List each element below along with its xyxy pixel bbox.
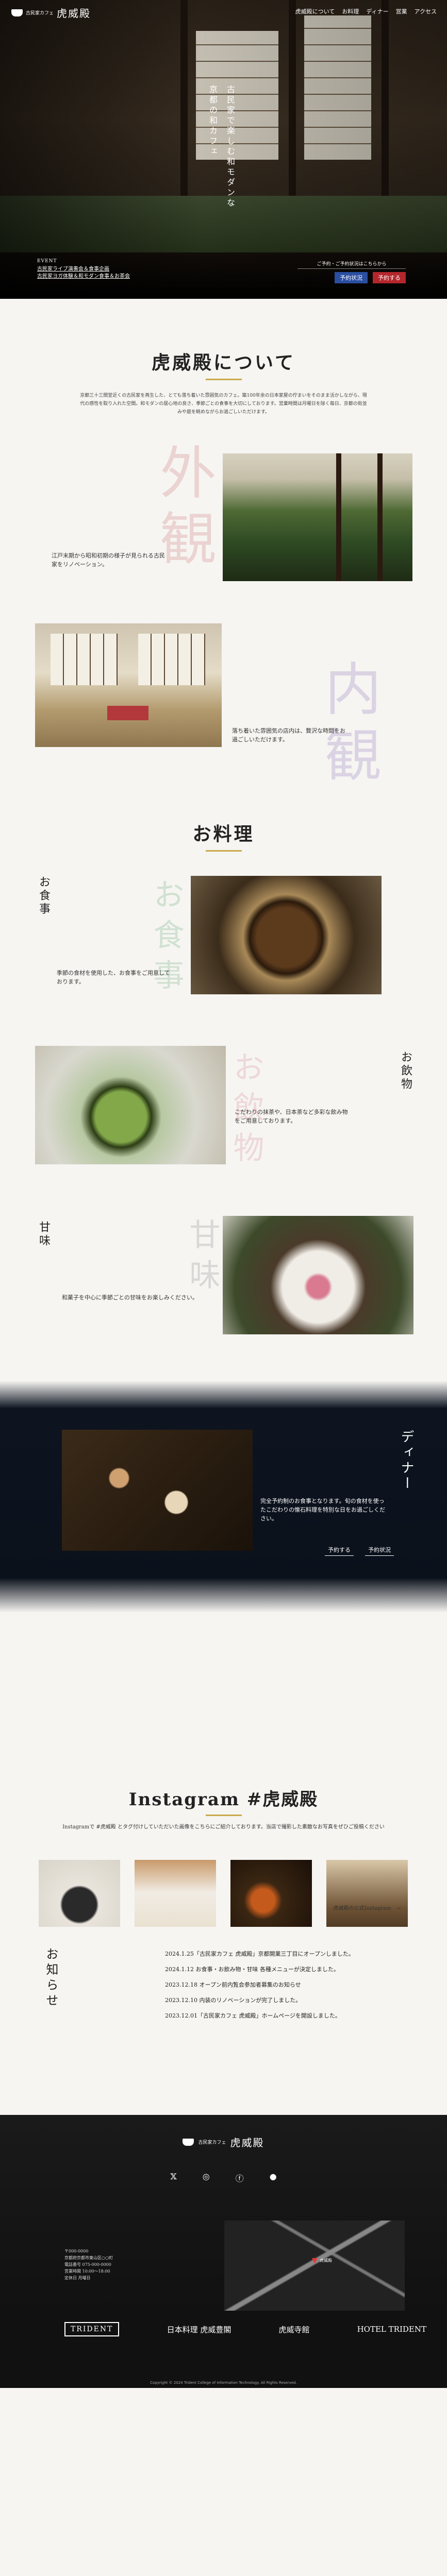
reserve-button[interactable]: 予約する [373, 272, 406, 283]
hero-reservation: ご予約・ご予約状況はこちらから 予約状況 予約する [297, 260, 406, 283]
nav-item-dinner[interactable]: ディナー [366, 7, 388, 15]
dinner-heading: ディナー [399, 1430, 414, 1492]
nav-item-access[interactable]: アクセス [415, 7, 437, 15]
nav-item-hours[interactable]: 営業 [396, 7, 407, 15]
meal-heading: お食事 [37, 876, 50, 916]
instagram-more-link[interactable]: 虎威殿の公式Instagram → [333, 1904, 401, 1911]
brand-links: TRIDENT 日本料理 虎威豊閣 虎威寺館 HOTEL TRIDENT [64, 2322, 426, 2336]
event-link[interactable]: 古民家ヨガ体験＆和モダン食事＆お茶会 [37, 273, 130, 280]
copyright: Copyright © 2024 Trident College of Info… [150, 2381, 297, 2385]
instagram-section: Instagram #虎威殿 Instagramで #虎威殿 とタグ付けしていた… [0, 1613, 447, 1941]
meal-text: 季節の食材を使用した、お食事をご用意しております。 [57, 970, 170, 985]
meal-photo [191, 876, 382, 994]
hero: 古民家カフェ 虎威殿 虎威殿について お料理 ディナー 営業 アクセス 古民家で… [0, 0, 447, 299]
instagram-icon[interactable]: ◎ [203, 2172, 210, 2184]
hero-tagline: 古民家で楽しむ和モダンな 京都の和カフェ [208, 85, 235, 209]
news-item[interactable]: 2023.12.18 オープン前内覧会参加者募集のお知らせ [165, 1977, 354, 1993]
news-item[interactable]: 2023.12.01「古民家カフェ 虎威殿」ホームページを開設しました。 [165, 2008, 354, 2024]
drink-text: こだわりの抹茶や、日本茶など多彩な飲み物をご用意しております。 [235, 1109, 348, 1124]
dinner-reserve-link[interactable]: 予約する [325, 1546, 354, 1556]
tiger-logo-icon [11, 9, 23, 16]
interior-kanji: 内観 [315, 659, 381, 791]
cuisine-section: お料理 お食事 お食事 季節の食材を使用した、お食事をご用意しております。 お飲… [0, 819, 447, 1381]
news-item[interactable]: 2024.1.12 お食事・お飲み物・甘味 各種メニューが決定しました。 [165, 1962, 354, 1977]
line-icon[interactable]: ● [270, 2172, 277, 2184]
interior-photo [35, 623, 222, 747]
section-title: Instagram #虎威殿 [0, 1613, 447, 1816]
news-section: お知らせ 2024.1.25「古民家カフェ 虎威殿」京都開業三丁目にオープンしま… [0, 1927, 447, 2115]
section-title: 虎威殿について [0, 299, 447, 380]
brand-restaurant[interactable]: 日本料理 虎威豊閣 [167, 2324, 231, 2335]
dinner-section: ディナー 完全予約制のお食事となります。旬の食材を使ったこだわりの懐石料理を特別… [0, 1381, 447, 1613]
brand-temple[interactable]: 虎威寺館 [278, 2324, 309, 2335]
footer-address: 〒000-0000 京都府京都市東山区○○町 電話番号 075-000-0000… [64, 2249, 113, 2280]
news-list: 2024.1.25「古民家カフェ 虎威殿」京都開業三丁目にオープンしました。 2… [165, 1946, 354, 2024]
footer: 古民家カフェ 虎威殿 𝕏 ◎ ⓕ ● 〒000-0000 京都府京都市東山区○○… [0, 2115, 447, 2311]
event-link[interactable]: 古民家ライブ演奏会＆食事企画 [37, 266, 130, 273]
dinner-text: 完全予約制のお食事となります。旬の食材を使ったこだわりの懐石料理を特別な日をお過… [260, 1498, 385, 1522]
sweet-heading: 甘味 [37, 1221, 50, 1248]
site-logo[interactable]: 古民家カフェ 虎威殿 [11, 5, 91, 20]
brand-hotel[interactable]: HOTEL TRIDENT [357, 2325, 426, 2334]
access-map[interactable]: ▼ 虎威殿 [224, 2221, 405, 2311]
exterior-text: 江戸末期から昭和初期の様子が見られる古民家をリノベーション。 [52, 552, 165, 568]
nav-item-cuisine[interactable]: お料理 [342, 7, 359, 15]
dinner-status-link[interactable]: 予約状況 [365, 1546, 394, 1556]
event-list: EVENT 古民家ライブ演奏会＆食事企画 古民家ヨガ体験＆和モダン食事＆お茶会 [37, 259, 130, 280]
drink-heading: お飲物 [399, 1051, 412, 1091]
social-links: 𝕏 ◎ ⓕ ● [0, 2172, 447, 2184]
sweet-text: 和菓子を中心に季節ごとの甘味をお楽しみください。 [62, 1294, 198, 1301]
global-nav: 虎威殿について お料理 ディナー 営業 アクセス [295, 7, 437, 15]
news-item[interactable]: 2024.1.25「古民家カフェ 虎威殿」京都開業三丁目にオープンしました。 [165, 1946, 354, 1962]
map-pin-icon: ▼ [312, 2257, 318, 2265]
drink-photo [35, 1046, 226, 1164]
about-section: 虎威殿について 京都三十三間堂近くの古民家を再生した、とても落ち着いた雰囲気のカ… [0, 299, 447, 819]
brand-trident[interactable]: TRIDENT [64, 2322, 120, 2336]
nav-item-about[interactable]: 虎威殿について [295, 7, 335, 15]
facebook-icon[interactable]: ⓕ [236, 2172, 244, 2184]
reservation-status-button[interactable]: 予約状況 [335, 272, 368, 283]
dinner-photo [62, 1430, 253, 1551]
footer-bottom: TRIDENT 日本料理 虎威豊閣 虎威寺館 HOTEL TRIDENT Cop… [0, 2311, 447, 2388]
exterior-photo [223, 453, 412, 581]
news-heading: お知らせ [44, 1947, 58, 2009]
sweet-kanji: 甘味 [184, 1218, 220, 1299]
footer-logo[interactable]: 古民家カフェ 虎威殿 [0, 2134, 447, 2149]
section-title: お料理 [0, 819, 447, 852]
news-item[interactable]: 2023.12.10 内装のリノベーションが完了しました。 [165, 1993, 354, 2008]
x-icon[interactable]: 𝕏 [170, 2172, 176, 2184]
instagram-desc: Instagramで #虎威殿 とタグ付けしていただいた画像をこちらにご紹介して… [62, 1824, 385, 1830]
interior-text: 落ち着いた雰囲気の店内は、贅沢な時間をお過ごしいただけます。 [232, 727, 345, 743]
sweet-photo [223, 1216, 413, 1334]
about-intro: 京都三十三間堂近くの古民家を再生した、とても落ち着いた雰囲気のカフェ。築100年… [80, 393, 367, 415]
tiger-logo-icon [183, 2138, 194, 2146]
